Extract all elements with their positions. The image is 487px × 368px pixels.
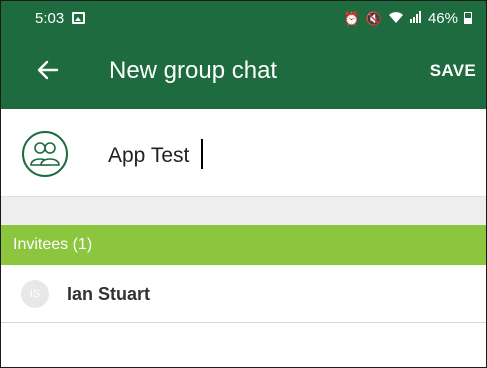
mute-icon: 🔇 [365,10,382,26]
invitees-header: Invitees (1) [1,225,486,265]
avatar: IS [21,280,49,308]
signal-icon [409,11,422,25]
group-name-row [1,109,486,197]
alarm-icon: ⏰ [343,10,360,26]
group-icon[interactable] [22,131,68,177]
section-divider [1,197,486,225]
page-title: New group chat [109,57,278,84]
status-icons: ⏰ 🔇 46% [344,10,472,27]
text-cursor [201,139,203,169]
battery-icon [464,12,472,24]
wifi-icon [388,11,404,26]
arrow-left-icon[interactable] [35,57,61,83]
invitee-name: Ian Stuart [67,284,151,304]
app-bar: New group chat SAVE [1,35,486,109]
list-item[interactable]: IS Ian Stuart [1,265,486,323]
battery-text: 46% [427,9,458,27]
gallery-icon [72,12,86,24]
group-name-input[interactable] [108,141,448,171]
status-bar: 5:03 ⏰ 🔇 46% [1,1,486,35]
status-time: 5:03 [35,9,65,27]
save-button[interactable]: SAVE [430,61,476,81]
